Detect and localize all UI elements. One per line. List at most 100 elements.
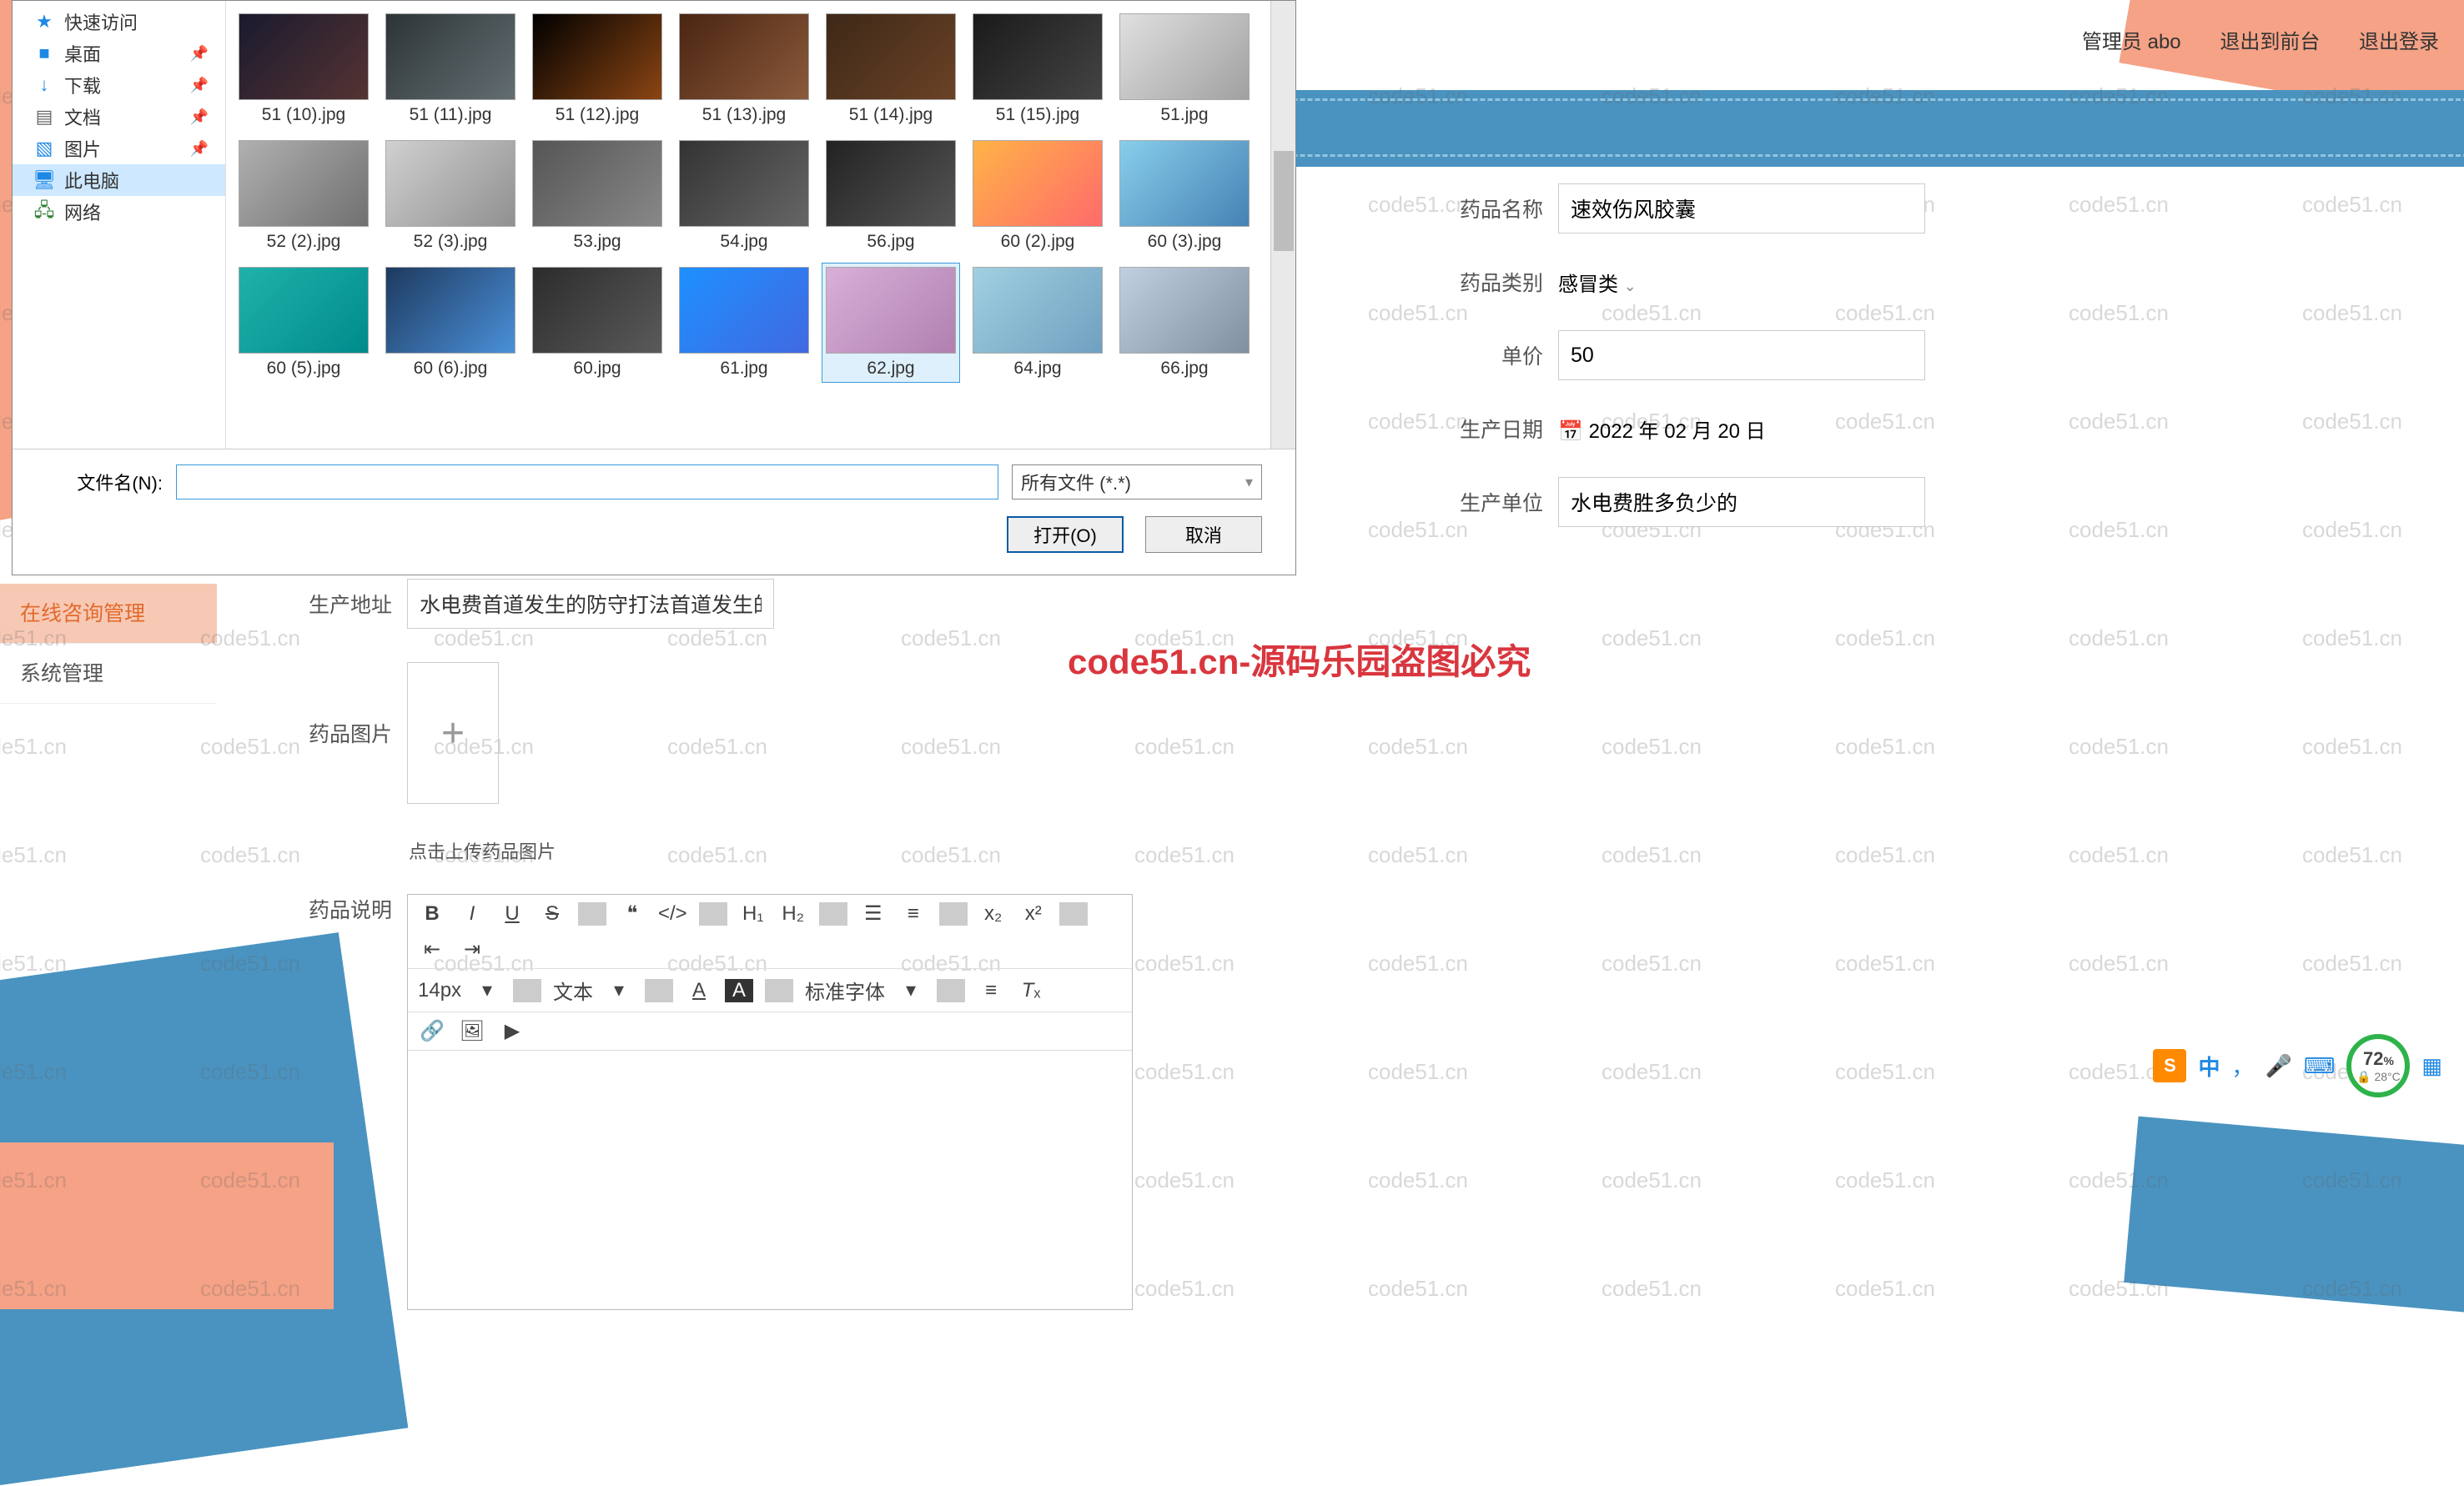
nav-item-下载[interactable]: ↓下载📌 xyxy=(13,69,225,101)
admin-label[interactable]: 管理员 abo xyxy=(2082,31,2181,53)
thumbnail-item[interactable]: 64.jpg xyxy=(968,263,1107,383)
thumbnail-item[interactable]: 52 (3).jpg xyxy=(381,136,520,256)
nav-item-网络[interactable]: 🖧网络 xyxy=(13,196,225,228)
font-color-icon[interactable]: A xyxy=(685,979,713,1002)
upload-button[interactable]: + xyxy=(407,662,499,804)
underline-icon[interactable]: U xyxy=(498,902,526,926)
thumbnail-item[interactable]: 66.jpg xyxy=(1115,263,1254,383)
nav-item-桌面[interactable]: ■桌面📌 xyxy=(13,38,225,69)
filename-input[interactable] xyxy=(176,464,998,500)
thumbnail-item[interactable]: 51 (11).jpg xyxy=(381,9,520,129)
font-family-select[interactable]: 标准字体 xyxy=(805,976,885,1005)
name-label: 药品名称 xyxy=(1401,193,1543,223)
ul-icon[interactable]: ≡ xyxy=(899,902,928,926)
thumbnail-item[interactable]: 51 (15).jpg xyxy=(968,9,1107,129)
nav-item-快速访问[interactable]: ★快速访问 xyxy=(13,6,225,38)
address-input[interactable] xyxy=(407,579,774,629)
quote-icon[interactable]: ❝ xyxy=(618,901,646,926)
watermark: code51.cn xyxy=(1835,951,1935,976)
thumbnail-filename: 64.jpg xyxy=(1013,359,1061,379)
watermark: code51.cn xyxy=(2069,517,2169,543)
video-icon[interactable]: ▶ xyxy=(498,1019,526,1043)
thumbnail-item[interactable]: 61.jpg xyxy=(675,263,813,383)
scrollbar[interactable] xyxy=(1270,1,1295,449)
mic-icon[interactable]: 🎤 xyxy=(2265,1053,2292,1079)
bold-icon[interactable]: B xyxy=(418,902,446,926)
nav-item-此电脑[interactable]: 🖥此电脑 xyxy=(13,164,225,196)
thumbnail-item[interactable]: 54.jpg xyxy=(675,136,813,256)
thumbnail-filename: 54.jpg xyxy=(720,232,767,252)
thumbnail-item[interactable]: 51 (12).jpg xyxy=(528,9,666,129)
sogou-icon[interactable]: S xyxy=(2153,1049,2186,1082)
sidebar-item-consult[interactable]: 在线咨询管理 xyxy=(0,584,217,644)
keyboard-icon[interactable]: ⌨ xyxy=(2304,1053,2336,1079)
separator xyxy=(699,902,727,926)
name-input[interactable] xyxy=(1558,183,1925,233)
header-actions: 管理员 abo 退出到前台 退出登录 xyxy=(2049,25,2439,54)
thumbnail-filename: 60 (3).jpg xyxy=(1148,232,1222,252)
sidebar-item-system[interactable]: 系统管理 xyxy=(0,644,217,704)
perf-widget[interactable]: 72% 🔒 28°C xyxy=(2346,1034,2410,1097)
unit-input[interactable] xyxy=(1558,477,1925,527)
price-input[interactable] xyxy=(1558,330,1925,380)
punct-icon[interactable]: ， xyxy=(2232,1051,2254,1082)
sub-icon[interactable]: x₂ xyxy=(979,902,1008,926)
watermark: code51.cn xyxy=(1134,951,1235,976)
editor-content[interactable] xyxy=(408,1051,1132,1309)
cancel-button[interactable]: 取消 xyxy=(1145,516,1262,553)
code-icon[interactable]: </> xyxy=(658,902,687,926)
thumbnail-filename: 60 (6).jpg xyxy=(414,359,488,379)
h1-icon[interactable]: H₁ xyxy=(739,902,767,926)
strike-icon[interactable]: S xyxy=(538,902,566,926)
font-style-select[interactable]: 文本 xyxy=(553,976,593,1005)
h2-icon[interactable]: H₂ xyxy=(779,902,807,926)
image-icon[interactable]: 🖼 xyxy=(458,1019,486,1043)
thumbnail-item[interactable]: 51 (14).jpg xyxy=(822,9,960,129)
clear-format-icon[interactable]: Tₓ xyxy=(1017,979,1045,1002)
thumbnail-item[interactable]: 62.jpg xyxy=(822,263,960,383)
thumbnail-item[interactable]: 60.jpg xyxy=(528,263,666,383)
ol-icon[interactable]: ☰ xyxy=(859,901,888,926)
scrollbar-thumb[interactable] xyxy=(1274,151,1294,251)
thumbnail-item[interactable]: 51.jpg xyxy=(1115,9,1254,129)
bg-color-icon[interactable]: A xyxy=(725,979,753,1002)
font-size-select[interactable]: 14px xyxy=(418,979,461,1002)
thumbnail-item[interactable]: 60 (5).jpg xyxy=(234,263,373,383)
thumbnail-filename: 51.jpg xyxy=(1160,105,1208,125)
ime-indicator[interactable]: 中 xyxy=(2198,1051,2220,1082)
category-value: 感冒类 xyxy=(1558,274,1618,296)
italic-icon[interactable]: I xyxy=(458,902,486,926)
thumbnail-item[interactable]: 60 (3).jpg xyxy=(1115,136,1254,256)
thumbnail-item[interactable]: 53.jpg xyxy=(528,136,666,256)
thumbnail-filename: 51 (13).jpg xyxy=(702,105,786,125)
percent-suffix: % xyxy=(2383,1054,2393,1067)
exit-front-link[interactable]: 退出到前台 xyxy=(2220,31,2320,53)
grid-icon[interactable]: ▦ xyxy=(2421,1053,2442,1079)
nav-label: 快速访问 xyxy=(64,8,138,35)
nav-item-文档[interactable]: ▤文档📌 xyxy=(13,101,225,133)
thumbnail-image xyxy=(239,140,369,227)
watermark: code51.cn xyxy=(2302,192,2402,218)
form-right: 药品名称 药品类别 感冒类 ⌄ 单价 生产日期 📅 2022 年 02 月 20… xyxy=(1401,183,1925,560)
pin-icon: 📌 xyxy=(190,108,209,126)
thumbnail-item[interactable]: 56.jpg xyxy=(822,136,960,256)
thumbnail-item[interactable]: 52 (2).jpg xyxy=(234,136,373,256)
filter-value: 所有文件 (*.*) xyxy=(1021,469,1131,495)
date-input[interactable]: 📅 2022 年 02 月 20 日 xyxy=(1558,414,1766,444)
indent-left-icon[interactable]: ⇤ xyxy=(418,937,446,961)
thumbnail-item[interactable]: 60 (2).jpg xyxy=(968,136,1107,256)
watermark: code51.cn xyxy=(1134,1276,1235,1302)
nav-item-图片[interactable]: ▧图片📌 xyxy=(13,133,225,164)
indent-right-icon[interactable]: ⇥ xyxy=(458,937,486,961)
percent-value: 72 xyxy=(2363,1048,2383,1069)
sup-icon[interactable]: x² xyxy=(1019,902,1048,926)
category-select[interactable]: 感冒类 ⌄ xyxy=(1558,268,1637,297)
open-button[interactable]: 打开(O) xyxy=(1007,516,1124,553)
link-icon[interactable]: 🔗 xyxy=(418,1019,446,1043)
thumbnail-item[interactable]: 51 (13).jpg xyxy=(675,9,813,129)
thumbnail-item[interactable]: 60 (6).jpg xyxy=(381,263,520,383)
logout-link[interactable]: 退出登录 xyxy=(2359,31,2439,53)
thumbnail-item[interactable]: 51 (10).jpg xyxy=(234,9,373,129)
align-icon[interactable]: ≡ xyxy=(977,979,1005,1002)
filter-select[interactable]: 所有文件 (*.*) ▾ xyxy=(1012,464,1262,500)
